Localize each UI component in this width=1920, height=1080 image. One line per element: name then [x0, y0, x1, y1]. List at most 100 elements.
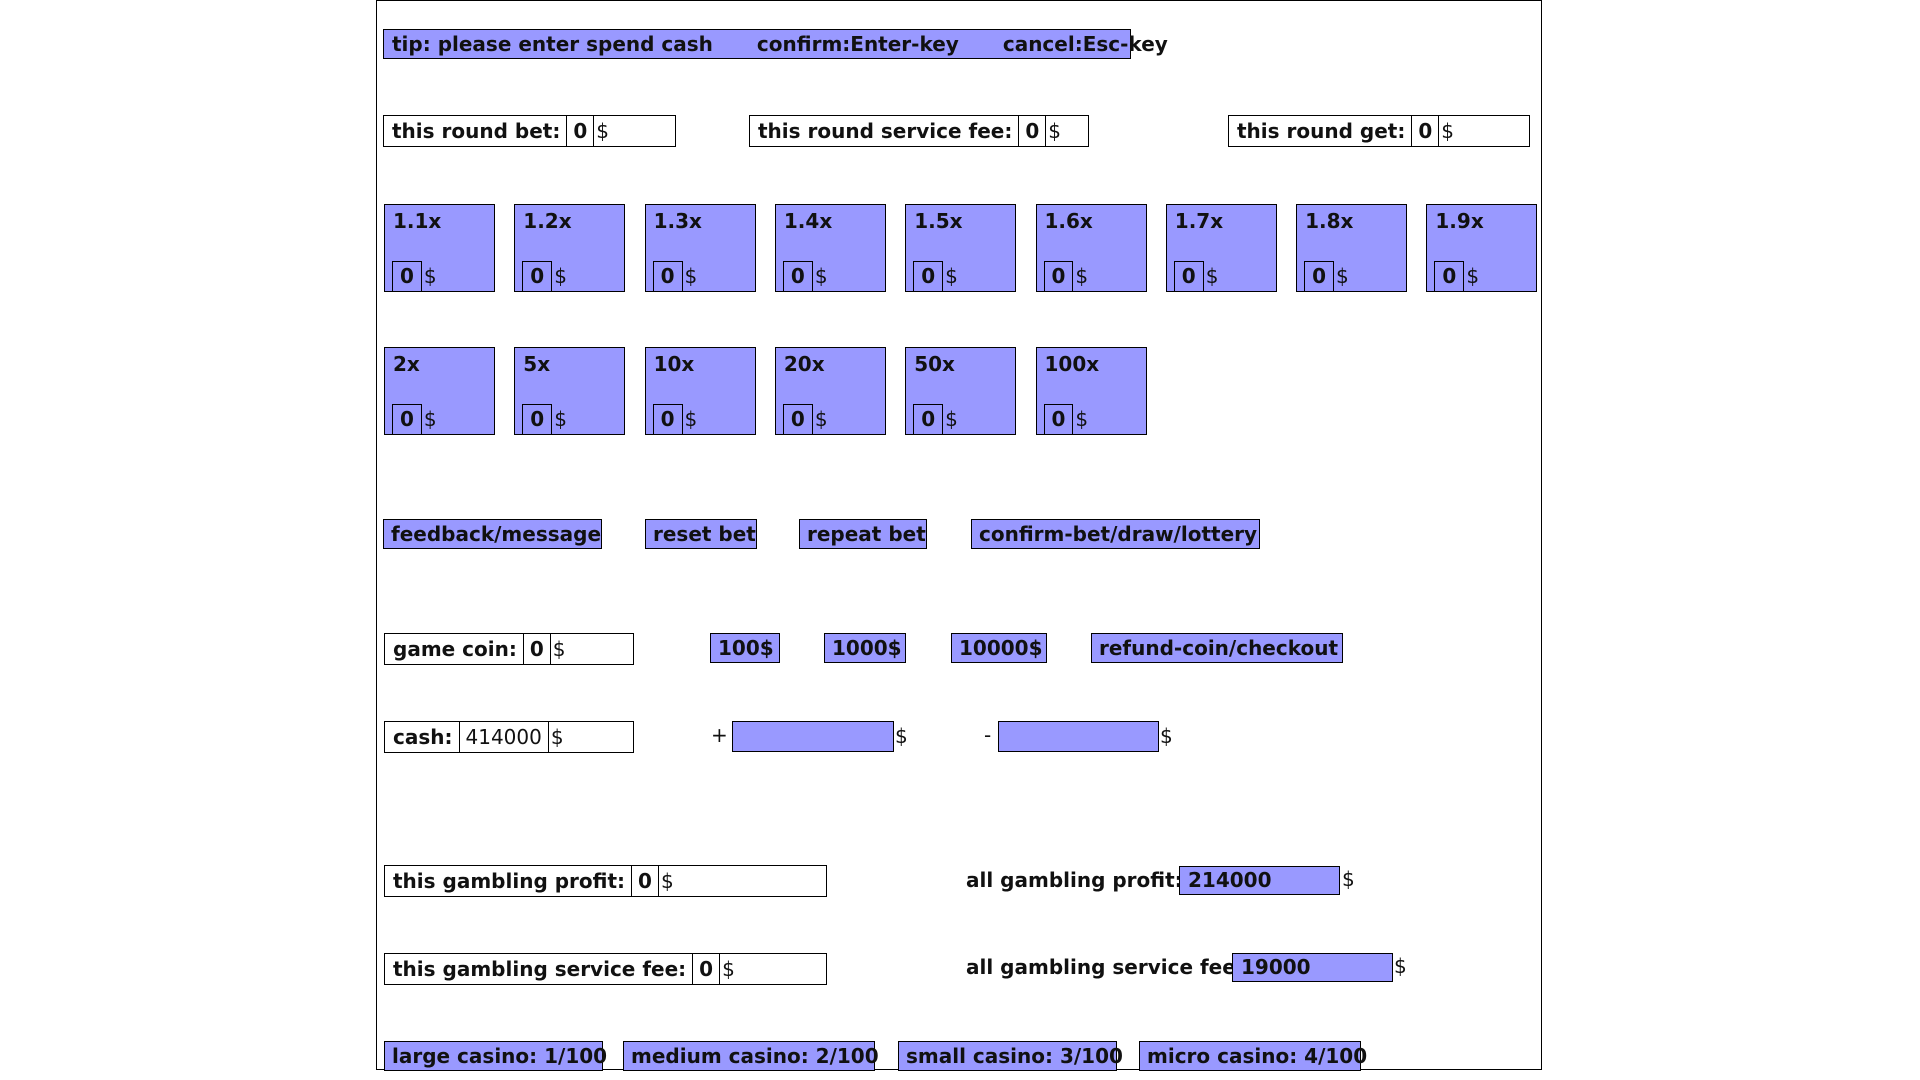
- buy-1000-button[interactable]: 1000$: [824, 633, 906, 663]
- all-gambling-profit-currency: $: [1342, 867, 1355, 891]
- multiplier-tile[interactable]: 10x 0 $: [644, 347, 756, 435]
- multiplier-bet[interactable]: 0 $: [392, 404, 437, 435]
- multiplier-label: 1.4x: [783, 209, 833, 233]
- reset-bet-button[interactable]: reset bet: [645, 519, 757, 549]
- multiplier-bet-currency: $: [423, 407, 437, 431]
- multiplier-bet-value: 0: [782, 261, 813, 292]
- multiplier-bet-currency: $: [684, 264, 698, 288]
- cancel-hint: cancel:Esc-key: [1002, 32, 1168, 56]
- round-get-label: this round get:: [1237, 119, 1406, 143]
- round-service-fee-field: this round service fee: 0 $: [749, 115, 1089, 147]
- all-gambling-service-fee-value: 19000: [1232, 953, 1393, 982]
- multiplier-label: 1.6x: [1044, 209, 1093, 233]
- multiplier-bet-value: 0: [652, 404, 683, 435]
- round-get-value: 0: [1411, 116, 1440, 146]
- multiplier-bet-currency: $: [1075, 407, 1089, 431]
- multiplier-tile[interactable]: 50x 0 $: [905, 347, 1017, 435]
- multiplier-bet-value: 0: [522, 404, 553, 435]
- multiplier-tile[interactable]: 5x 0 $: [514, 347, 626, 435]
- round-service-fee-currency: $: [1048, 119, 1061, 143]
- casino-medium-button[interactable]: medium casino: 2/100: [623, 1041, 879, 1071]
- multiplier-bet-value: 0: [392, 261, 422, 292]
- multiplier-tile[interactable]: 100x 0 $: [1035, 347, 1147, 435]
- cash-value: 414000: [458, 722, 549, 752]
- round-bet-value: 0: [566, 116, 595, 146]
- add-cash-input[interactable]: [732, 721, 894, 752]
- tip-text: tip: please enter spend cash: [392, 32, 713, 56]
- round-bet-label: this round bet:: [392, 119, 561, 143]
- this-gambling-profit-label: this gambling profit:: [393, 869, 626, 893]
- round-get-currency: $: [1441, 119, 1454, 143]
- multiplier-label: 20x: [783, 352, 825, 376]
- tip-bar: tip: please enter spend cash confirm:Ente…: [383, 29, 1168, 59]
- multiplier-bet[interactable]: 0 $: [782, 404, 828, 435]
- multiplier-bet[interactable]: 0 $: [913, 261, 958, 292]
- multiplier-bet-value: 0: [1434, 261, 1465, 292]
- multiplier-label: 2x: [393, 352, 420, 376]
- multiplier-tile[interactable]: 1.3x 0 $: [644, 204, 756, 292]
- multiplier-bet-value: 0: [1173, 261, 1204, 292]
- multiplier-label: 1.7x: [1174, 209, 1224, 233]
- multiplier-bet[interactable]: 0 $: [1434, 261, 1479, 292]
- multiplier-tile[interactable]: 1.2x 0 $: [514, 204, 626, 292]
- multiplier-tile[interactable]: 1.1x 0 $: [384, 204, 495, 292]
- casino-small-button[interactable]: small casino: 3/100: [898, 1041, 1123, 1071]
- multiplier-bet[interactable]: 0 $: [1043, 404, 1089, 435]
- game-coin-field: game coin: 0 $: [384, 633, 634, 665]
- multiplier-label: 50x: [914, 352, 955, 376]
- round-service-fee-value: 0: [1018, 116, 1047, 146]
- confirm-bet-draw-lottery-button[interactable]: confirm-bet/draw/lottery: [971, 519, 1260, 549]
- multiplier-bet[interactable]: 0 $: [1304, 261, 1349, 292]
- multiplier-label: 1.9x: [1435, 209, 1484, 233]
- multiplier-bet[interactable]: 0 $: [1173, 261, 1218, 292]
- add-cash-sign: +: [711, 723, 728, 747]
- all-gambling-profit-label: all gambling profit:: [966, 868, 1183, 892]
- multiplier-bet[interactable]: 0 $: [913, 404, 958, 435]
- multiplier-bet[interactable]: 0 $: [522, 261, 567, 292]
- feedback-message-button[interactable]: feedback/message: [383, 519, 602, 549]
- buy-10000-button[interactable]: 10000$: [951, 633, 1047, 663]
- this-gambling-service-fee-field: this gambling service fee: 0 $: [384, 953, 827, 985]
- cash-field: cash: 414000 $: [384, 721, 634, 753]
- multiplier-label: 1.2x: [523, 209, 572, 233]
- multiplier-tile[interactable]: 1.5x 0 $: [905, 204, 1017, 292]
- round-bet-currency: $: [596, 119, 609, 143]
- multiplier-bet-currency: $: [945, 407, 958, 431]
- multiplier-bet-value: 0: [1043, 261, 1074, 292]
- multiplier-tile[interactable]: 1.9x 0 $: [1426, 204, 1538, 292]
- multiplier-bet[interactable]: 0 $: [652, 261, 698, 292]
- casino-micro-button[interactable]: micro casino: 4/100: [1139, 1041, 1367, 1071]
- multiplier-tile[interactable]: 2x 0 $: [384, 347, 495, 435]
- this-gambling-profit-currency: $: [660, 869, 674, 893]
- all-gambling-service-fee-currency: $: [1394, 954, 1407, 978]
- multiplier-bet-currency: $: [814, 407, 828, 431]
- multiplier-bet-currency: $: [814, 264, 828, 288]
- multiplier-bet-currency: $: [423, 264, 437, 288]
- casino-large-button[interactable]: large casino: 1/100: [384, 1041, 607, 1071]
- multiplier-bet[interactable]: 0 $: [522, 404, 567, 435]
- multiplier-bet-currency: $: [1075, 264, 1089, 288]
- this-gambling-service-fee-label: this gambling service fee:: [393, 957, 687, 981]
- multiplier-bet-value: 0: [913, 261, 944, 292]
- multiplier-bet[interactable]: 0 $: [1043, 261, 1089, 292]
- this-gambling-service-fee-value: 0: [692, 954, 721, 984]
- multiplier-bet[interactable]: 0 $: [392, 261, 437, 292]
- game-coin-currency: $: [552, 637, 566, 661]
- repeat-bet-button[interactable]: repeat bet: [799, 519, 927, 549]
- multiplier-tile[interactable]: 1.8x 0 $: [1296, 204, 1408, 292]
- buy-100-button[interactable]: 100$: [710, 633, 780, 663]
- multiplier-label: 1.3x: [653, 209, 702, 233]
- multiplier-tile[interactable]: 1.6x 0 $: [1035, 204, 1147, 292]
- multiplier-label: 100x: [1044, 352, 1100, 376]
- round-bet-field: this round bet: 0 $: [383, 115, 676, 147]
- multiplier-tile[interactable]: 1.7x 0 $: [1165, 204, 1277, 292]
- multiplier-bet-value: 0: [522, 261, 553, 292]
- subtract-cash-input[interactable]: [998, 721, 1159, 752]
- multiplier-tile[interactable]: 20x 0 $: [774, 347, 886, 435]
- multiplier-bet[interactable]: 0 $: [652, 404, 697, 435]
- multiplier-bet-value: 0: [913, 404, 944, 435]
- multiplier-tile[interactable]: 1.4x 0 $: [774, 204, 886, 292]
- multiplier-bet[interactable]: 0 $: [782, 261, 828, 292]
- refund-coin-checkout-button[interactable]: refund-coin/checkout: [1091, 633, 1343, 663]
- cash-label: cash:: [393, 725, 453, 749]
